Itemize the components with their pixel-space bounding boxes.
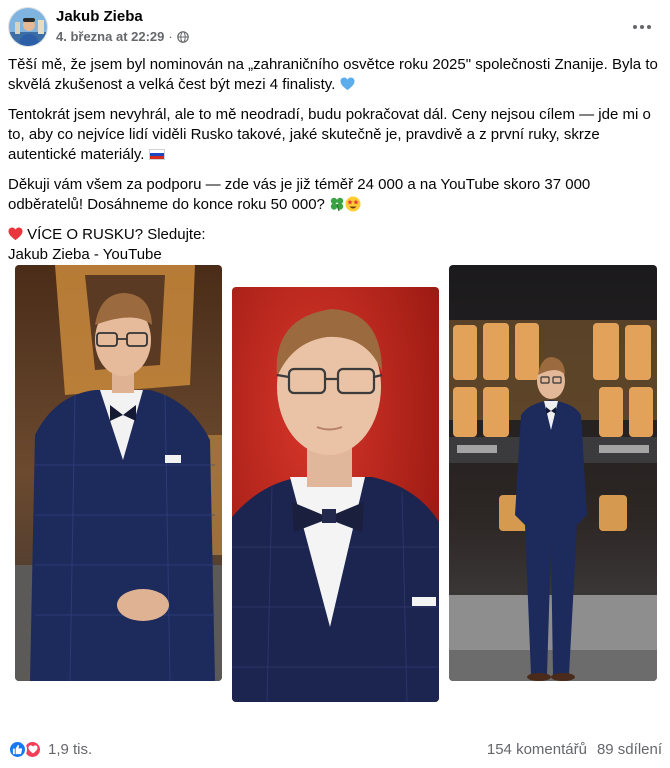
comments-count[interactable]: 154 komentářů <box>487 741 587 758</box>
photo-right[interactable] <box>449 265 657 681</box>
shares-count[interactable]: 89 sdílení <box>597 741 662 758</box>
author-name[interactable]: Jakub Zieba <box>56 8 143 25</box>
post-meta: 4. března at 22:29 · <box>56 29 189 44</box>
post-paragraph-3: Děkuji vám všem za podporu — zde vás je … <box>8 175 660 215</box>
post-body: Těší mě, že jsem byl nominován na „zahra… <box>8 55 660 265</box>
globe-icon <box>176 30 189 43</box>
paragraph-1-text: Těší mě, že jsem byl nominován na „zahra… <box>8 56 658 93</box>
paragraph-2-text: Tentokrát jsem nevyhrál, ale to mě neodr… <box>8 106 651 163</box>
post-paragraph-2: Tentokrát jsem nevyhrál, ale to mě neodr… <box>8 105 660 165</box>
meta-separator: · <box>168 29 173 44</box>
post-header: Jakub Zieba 4. března at 22:29 · <box>8 7 662 49</box>
post-paragraph-4: VÍCE O RUSKU? Sledujte: <box>8 225 660 245</box>
paragraph-3-text: Děkuji vám všem za podporu — zde vás je … <box>8 176 591 213</box>
four-leaf-clover-icon <box>330 197 344 212</box>
reaction-summary[interactable]: 1,9 tis. <box>8 740 92 759</box>
like-icon <box>8 740 27 759</box>
post-footer: 1,9 tis. 154 komentářů 89 sdílení <box>8 738 662 762</box>
star-struck-icon <box>345 196 361 212</box>
paragraph-4-text: VÍCE O RUSKU? Sledujte: <box>27 226 206 243</box>
avatar[interactable] <box>8 7 48 47</box>
photo-left[interactable] <box>15 265 222 681</box>
photo-center[interactable] <box>232 287 439 702</box>
post-date[interactable]: 4. března at 22:29 <box>56 29 164 44</box>
russia-flag-icon <box>148 149 165 160</box>
post-paragraph-1: Těší mě, že jsem byl nominován na „zahra… <box>8 55 660 95</box>
youtube-link[interactable]: Jakub Zieba - YouTube <box>8 245 660 265</box>
post-stats: 154 komentářů 89 sdílení <box>487 741 662 758</box>
more-options-icon[interactable] <box>628 13 656 41</box>
reaction-count[interactable]: 1,9 tis. <box>48 741 92 758</box>
blue-heart-icon <box>340 77 355 91</box>
red-heart-icon <box>8 227 23 241</box>
